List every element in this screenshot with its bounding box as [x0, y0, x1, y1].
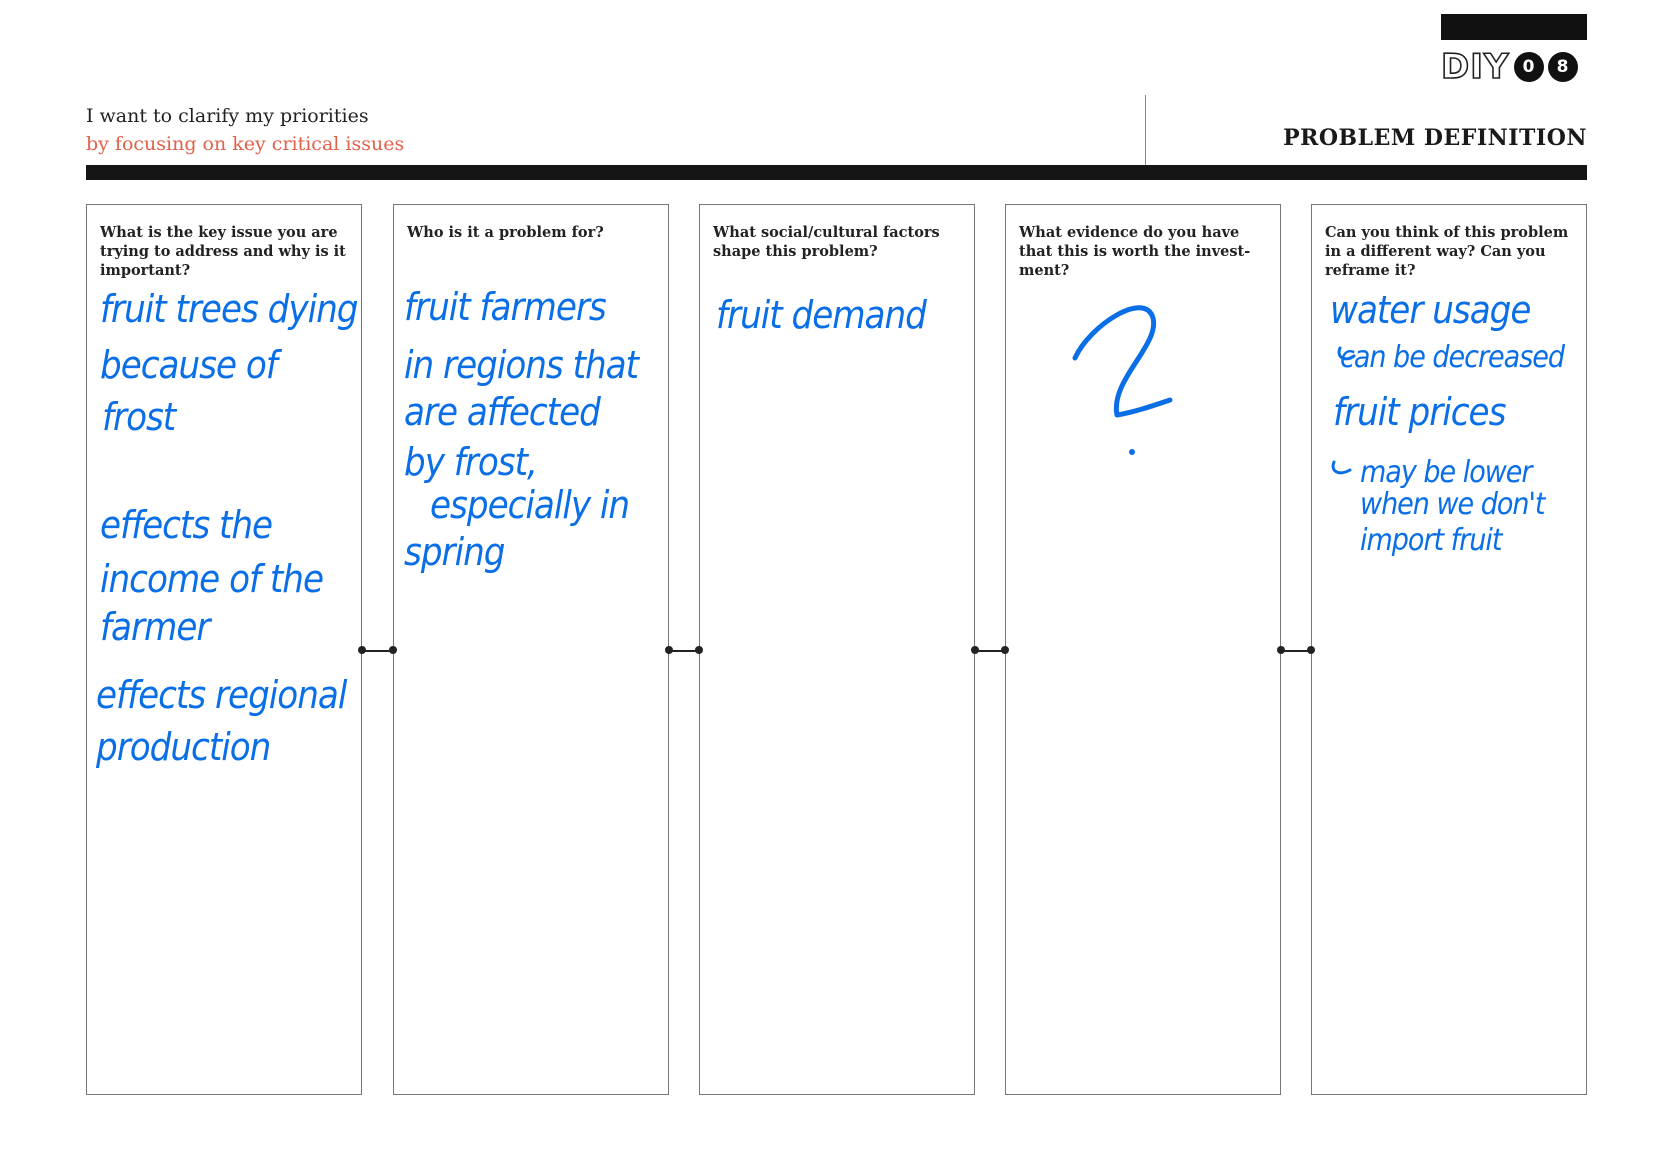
intro-line-1: I want to clarify my priorities	[86, 105, 369, 127]
intro-text: I want to clarify my priorities by focus…	[86, 102, 404, 158]
header-rule	[86, 165, 1587, 180]
logo-text: DIY	[1440, 47, 1510, 87]
card-question: What is the key issue you are trying to …	[100, 224, 346, 279]
connector-dot	[358, 646, 366, 654]
card-social-factors[interactable]: What social/cultural factors shape this …	[699, 204, 975, 1095]
page-title: PROBLEM DEFINITION	[1283, 125, 1587, 151]
connector-dot	[1277, 646, 1285, 654]
intro-line-2: by focusing on key critical issues	[86, 133, 405, 155]
connector-dot	[1307, 646, 1315, 654]
logo-digit-0: 0	[1513, 52, 1544, 82]
connector-dot	[695, 646, 703, 654]
card-reframe[interactable]: Can you think of this problem in a diffe…	[1311, 204, 1587, 1095]
header-black-bar	[1441, 14, 1587, 40]
card-question: What evidence do you have that this is w…	[1019, 224, 1251, 279]
connector-dot	[389, 646, 397, 654]
connector-dot	[971, 646, 979, 654]
card-who[interactable]: Who is it a problem for?	[393, 204, 669, 1095]
connector-dot	[665, 646, 673, 654]
card-evidence[interactable]: What evidence do you have that this is w…	[1005, 204, 1281, 1095]
card-key-issue[interactable]: What is the key issue you are trying to …	[86, 204, 362, 1095]
logo-digit-8: 8	[1547, 52, 1578, 82]
card-question: Who is it a problem for?	[407, 224, 604, 241]
card-question: Can you think of this problem in a diffe…	[1325, 224, 1569, 279]
card-question: What social/cultural factors shape this …	[713, 224, 940, 260]
connector-dot	[1001, 646, 1009, 654]
diy-logo: DIY 0 8	[1440, 47, 1578, 87]
header-divider	[1145, 95, 1146, 165]
